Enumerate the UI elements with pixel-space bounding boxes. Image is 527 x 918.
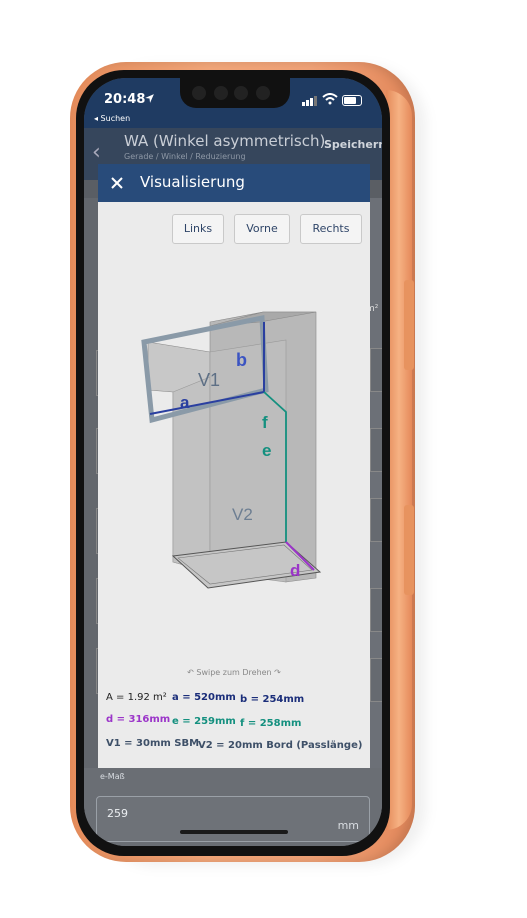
label-e: e (262, 441, 271, 460)
status-bar: 20:48 ◂ Suchen (84, 78, 382, 128)
label-b: b (236, 350, 247, 370)
dim-b: b = 254mm (240, 694, 305, 705)
app-subtitle: Gerade / Winkel / Reduzierung (124, 152, 246, 161)
e-mass-value: 259 (107, 807, 128, 820)
status-time: 20:48 (104, 92, 146, 107)
location-arrow-icon (145, 94, 154, 103)
label-v1: V1 (198, 370, 220, 390)
back-to-app-link[interactable]: ◂ Suchen (94, 114, 130, 123)
app-title: WA (Winkel asymmetrisch) (124, 132, 326, 150)
signal-icon (302, 96, 317, 106)
modal-title: Visualisierung (140, 173, 245, 191)
dim-v2: V2 = 20mm Bord (Passlänge) (198, 740, 363, 751)
home-indicator[interactable] (180, 830, 288, 834)
dim-area: A = 1.92 m² (106, 692, 167, 703)
duct-3d-visualization[interactable]: V1 a b f e V2 d (98, 242, 370, 642)
label-v2: V2 (232, 505, 253, 524)
side-button-lower (404, 505, 414, 595)
side-button (404, 280, 414, 370)
view-front-button[interactable]: Vorne (234, 214, 290, 244)
modal-header: Visualisierung (98, 164, 370, 202)
dim-a: a = 520mm (172, 692, 236, 703)
label-f: f (262, 413, 268, 432)
close-icon[interactable] (108, 174, 126, 192)
battery-icon (342, 95, 362, 106)
view-right-button[interactable]: Rechts (300, 214, 362, 244)
background-field (370, 498, 382, 542)
swipe-hint-text: Swipe zum Drehen (196, 668, 272, 677)
e-mass-unit: mm (337, 819, 359, 832)
save-button[interactable]: Speichern (324, 138, 382, 151)
swipe-hint: ↶ Swipe zum Drehen ↷ (98, 668, 370, 677)
modal-body: Links Vorne Rechts V1 a b f e V2 d ↶ Swi… (98, 202, 370, 768)
view-left-button[interactable]: Links (172, 214, 224, 244)
phone-screen: 20:48 ◂ Suchen ‹ WA (Winkel asymmetrisch… (84, 78, 382, 846)
wifi-icon (322, 93, 338, 105)
dim-d: d = 316mm (106, 714, 171, 725)
dim-e: e = 259mm (172, 716, 236, 727)
dim-f: f = 258mm (240, 718, 302, 729)
camera-icon (192, 86, 206, 100)
label-d: d (290, 561, 300, 580)
sensor-icon (256, 86, 270, 100)
rotate-left-icon: ↶ (187, 668, 197, 677)
e-mass-field[interactable]: 259 mm (96, 796, 370, 842)
sensor-icon (234, 86, 248, 100)
background-field (370, 658, 382, 702)
field-legend-e-mass: e-Maß (100, 772, 125, 781)
rotate-right-icon: ↷ (271, 668, 281, 677)
background-field (370, 348, 382, 392)
background-field (370, 588, 382, 632)
camera-notch (180, 78, 290, 108)
chevron-left-icon[interactable]: ‹ (92, 140, 101, 165)
background-field (370, 428, 382, 472)
sensor-icon (214, 86, 228, 100)
label-a: a (180, 393, 190, 412)
dim-v1: V1 = 30mm SBM (106, 738, 200, 749)
